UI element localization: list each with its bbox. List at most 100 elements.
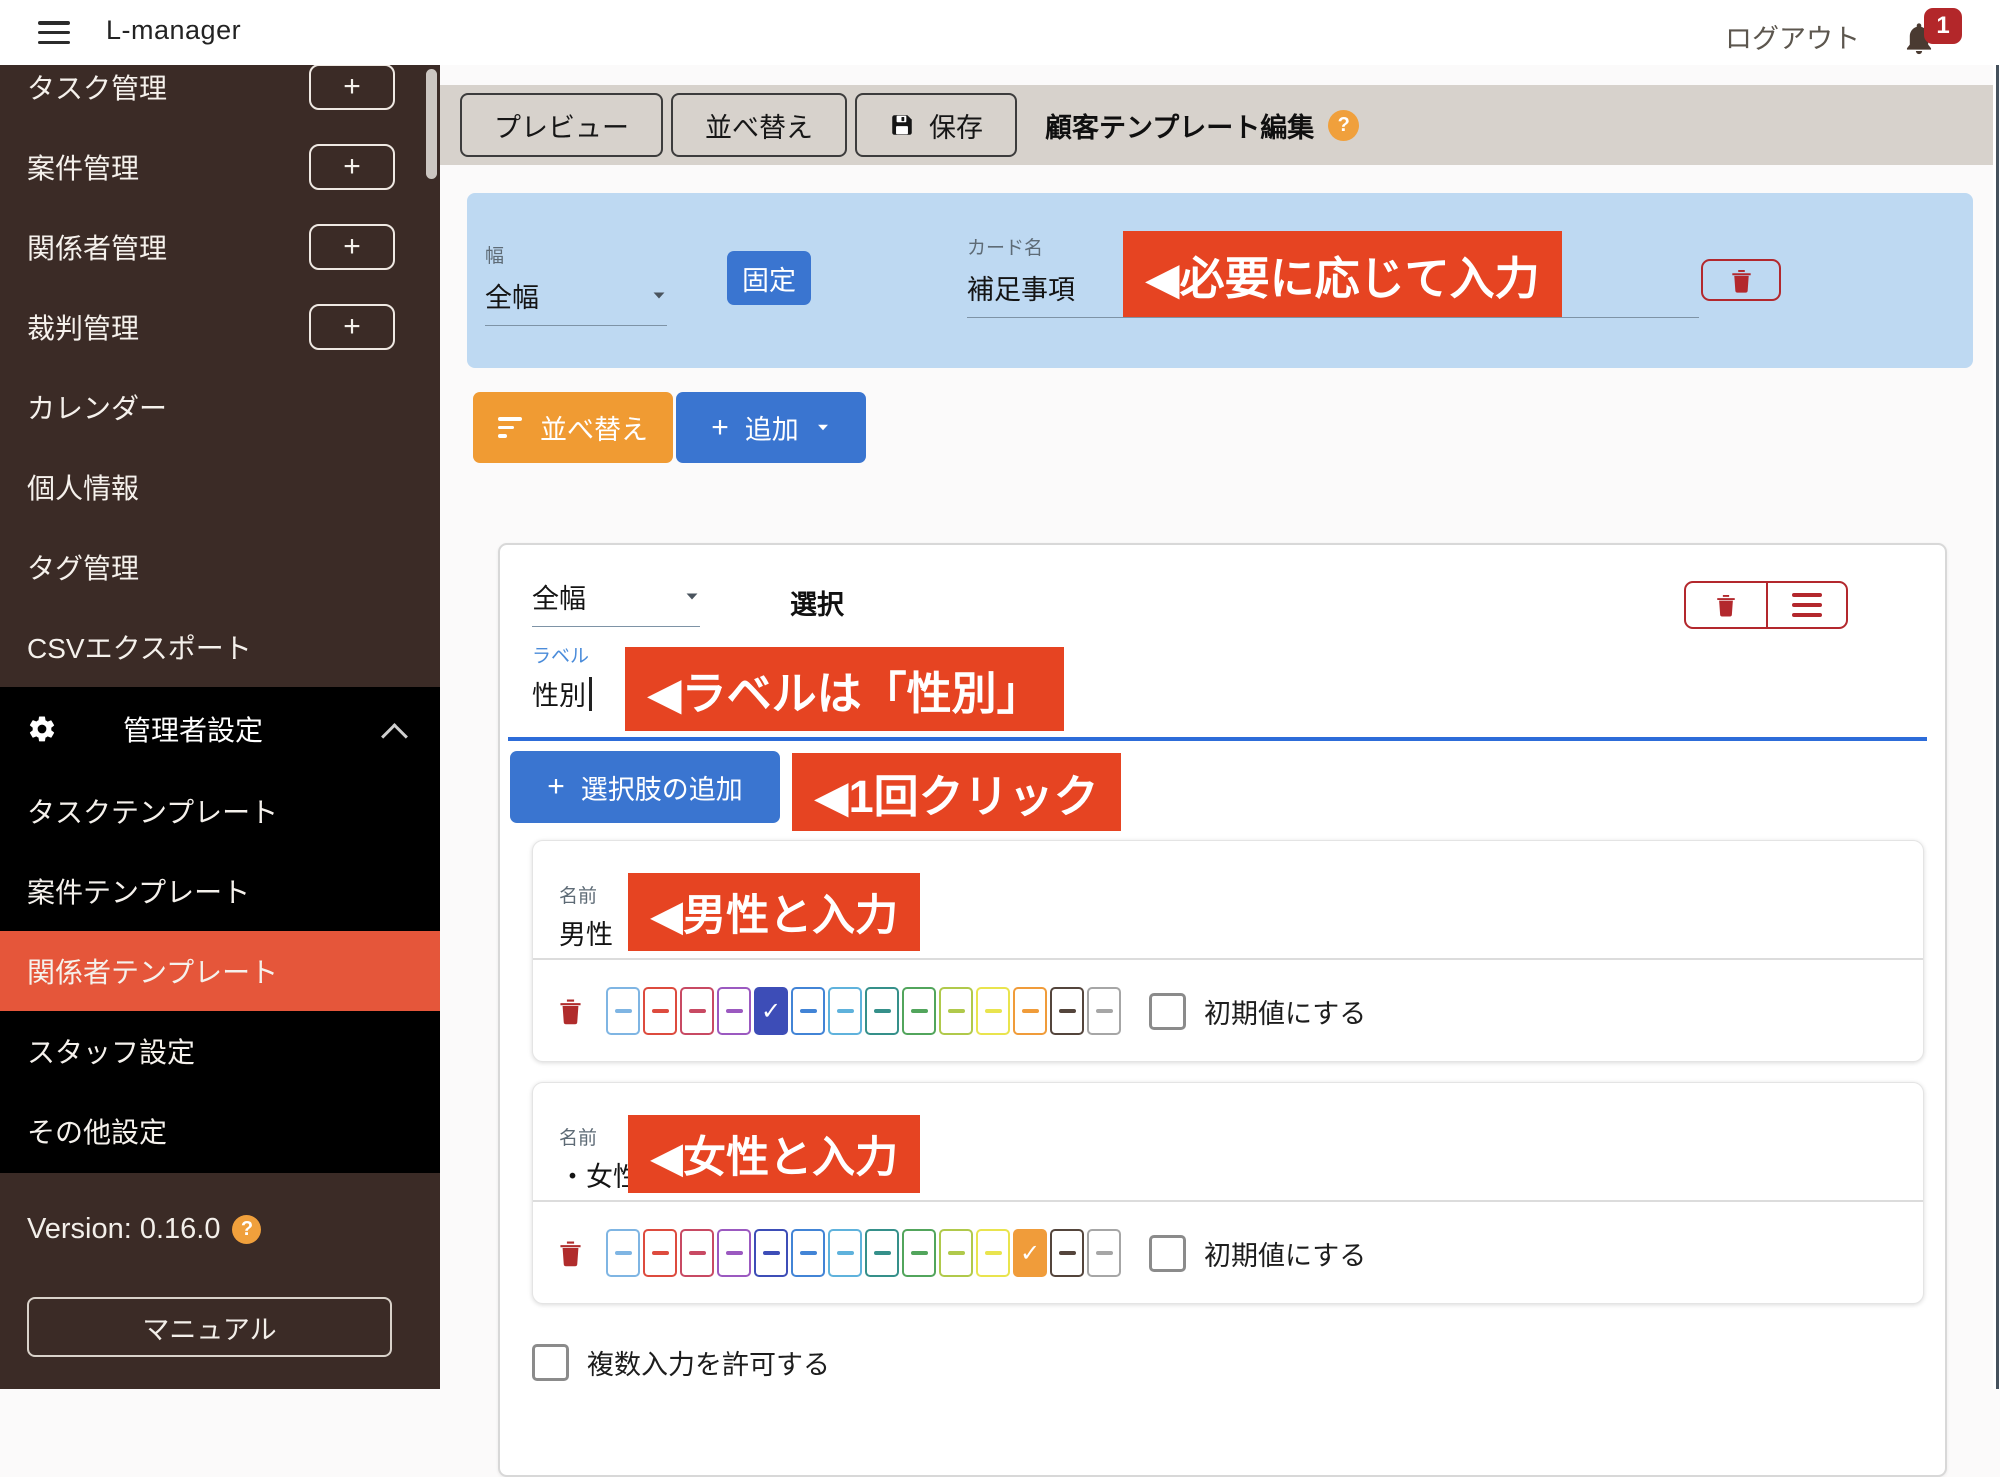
color-swatch[interactable] (791, 1229, 825, 1277)
color-swatch[interactable] (902, 987, 936, 1035)
color-swatch[interactable] (976, 987, 1010, 1035)
notifications-button[interactable]: 1 (1902, 12, 1962, 58)
sidebar-item-active[interactable]: 関係者テンプレート (0, 931, 440, 1011)
preview-button[interactable]: プレビュー (460, 93, 663, 157)
admin-settings-section: 管理者設定 タスクテンプレート案件テンプレート関係者テンプレートスタッフ設定その… (0, 687, 440, 1173)
trash-icon (1731, 268, 1752, 293)
width-select[interactable]: 幅 全幅 (485, 241, 667, 326)
color-swatch[interactable] (717, 1229, 751, 1277)
color-swatch[interactable] (902, 1229, 936, 1277)
color-dash (911, 1251, 928, 1255)
sidebar-item-admin-settings[interactable]: 管理者設定 (0, 687, 440, 771)
gear-icon (27, 714, 57, 744)
field-menu-button[interactable] (1766, 583, 1846, 627)
color-swatch[interactable] (643, 987, 677, 1035)
color-dash (726, 1009, 743, 1013)
sidebar-item[interactable]: CSVエクスポート (0, 607, 440, 687)
save-button[interactable]: 保存 (855, 93, 1017, 157)
color-swatch[interactable] (865, 987, 899, 1035)
color-swatch[interactable] (828, 987, 862, 1035)
color-swatch-selected[interactable]: ✓ (754, 987, 788, 1035)
default-value-checkbox[interactable] (1149, 1235, 1186, 1272)
sidebar-item[interactable]: 案件管理+ (0, 127, 440, 207)
menu-icon[interactable] (38, 21, 70, 44)
sidebar-item[interactable]: 裁判管理+ (0, 287, 440, 367)
top-app-bar: L-manager ログアウト 1 (0, 0, 2000, 65)
sidebar-item[interactable]: 案件テンプレート (0, 851, 440, 931)
delete-option-button[interactable] (559, 997, 582, 1025)
quick-add-button[interactable]: + (309, 224, 395, 270)
color-dash (837, 1009, 854, 1013)
color-swatch[interactable] (939, 987, 973, 1035)
sidebar-item[interactable]: タスクテンプレート (0, 771, 440, 851)
option-name-field[interactable]: 名前 男性 (559, 881, 613, 952)
color-swatch[interactable] (754, 1229, 788, 1277)
color-swatch[interactable] (680, 1229, 714, 1277)
color-swatch[interactable] (828, 1229, 862, 1277)
field-width-select[interactable]: 全幅 (532, 577, 700, 627)
default-value-checkbox[interactable] (1149, 993, 1186, 1030)
card-settings-panel: 幅 全幅 固定 カード名 補足事項 ◀必要に応じて入力 (467, 193, 1973, 368)
sort-button[interactable]: 並べ替え (671, 93, 847, 157)
page-help-icon[interactable]: ? (1328, 110, 1359, 141)
delete-field-button[interactable] (1686, 583, 1766, 627)
color-swatch[interactable] (1087, 987, 1121, 1035)
sidebar-item[interactable]: カレンダー (0, 367, 440, 447)
color-dash (1022, 1009, 1039, 1013)
delete-card-button[interactable] (1701, 259, 1781, 301)
sidebar-item[interactable]: 個人情報 (0, 447, 440, 527)
option-card-female: 名前 ・女性 ◀女性と入力 ✓ 初期値にする (532, 1082, 1924, 1304)
logout-button[interactable]: ログアウト (1725, 17, 1860, 56)
annotation-option-male: ◀男性と入力 (628, 873, 920, 951)
notification-badge: 1 (1924, 8, 1962, 44)
color-dash (911, 1009, 928, 1013)
sidebar-nav: タスク管理+案件管理+関係者管理+裁判管理+ カレンダー個人情報タグ管理 CSVエク… (0, 65, 440, 687)
color-swatch[interactable] (1050, 987, 1084, 1035)
color-dash (948, 1009, 965, 1013)
color-swatch[interactable] (643, 1229, 677, 1277)
sidebar-item-label: カレンダー (27, 387, 167, 427)
label-input-field[interactable]: ラベル 性別 (532, 641, 592, 713)
multi-input-checkbox[interactable] (532, 1344, 569, 1381)
reorder-fields-button[interactable]: 並べ替え (473, 392, 673, 463)
color-swatch[interactable] (1050, 1229, 1084, 1277)
quick-add-button[interactable]: + (309, 304, 395, 350)
sort-icon (498, 417, 522, 438)
color-swatch[interactable] (1013, 987, 1047, 1035)
quick-add-button[interactable]: + (309, 144, 395, 190)
sidebar-scrollbar-thumb[interactable] (426, 69, 437, 179)
color-swatch[interactable] (1087, 1229, 1121, 1277)
color-swatch[interactable] (865, 1229, 899, 1277)
divider (533, 1200, 1923, 1202)
option-bottom-row: ✓ 初期値にする (559, 1215, 1903, 1291)
sidebar-item-label: タグ管理 (27, 547, 139, 587)
color-swatch[interactable] (717, 987, 751, 1035)
manual-button[interactable]: マニュアル (27, 1297, 392, 1357)
quick-add-button[interactable]: + (309, 65, 395, 110)
sidebar-item[interactable]: タグ管理 (0, 527, 440, 607)
sidebar-item[interactable]: タスク管理+ (0, 65, 440, 127)
add-field-button[interactable]: + 追加 (676, 392, 866, 463)
color-swatch[interactable] (939, 1229, 973, 1277)
sidebar-item[interactable]: その他設定 (0, 1091, 440, 1171)
color-swatch[interactable] (976, 1229, 1010, 1277)
trash-icon (559, 997, 582, 1025)
editor-toolbar: プレビュー 並べ替え 保存 顧客テンプレート編集 ? (440, 85, 1993, 165)
color-swatch[interactable] (606, 1229, 640, 1277)
fixed-button[interactable]: 固定 (727, 251, 811, 305)
sidebar-item[interactable]: 関係者管理+ (0, 207, 440, 287)
add-option-button[interactable]: + 選択肢の追加 (510, 751, 780, 823)
color-swatch[interactable] (680, 987, 714, 1035)
color-swatch[interactable] (791, 987, 825, 1035)
page-scrollbar[interactable] (1993, 65, 2000, 1389)
sidebar-item-label: 個人情報 (27, 467, 139, 507)
color-swatch-selected[interactable]: ✓ (1013, 1229, 1047, 1277)
color-swatch[interactable] (606, 987, 640, 1035)
color-dash (837, 1251, 854, 1255)
color-dash (652, 1009, 669, 1013)
sidebar-item[interactable]: スタッフ設定 (0, 1011, 440, 1091)
chevron-down-icon (687, 593, 698, 599)
version-help-icon[interactable]: ? (232, 1215, 261, 1244)
delete-option-button[interactable] (559, 1239, 582, 1267)
card-name-value: 補足事項 (967, 268, 1075, 307)
